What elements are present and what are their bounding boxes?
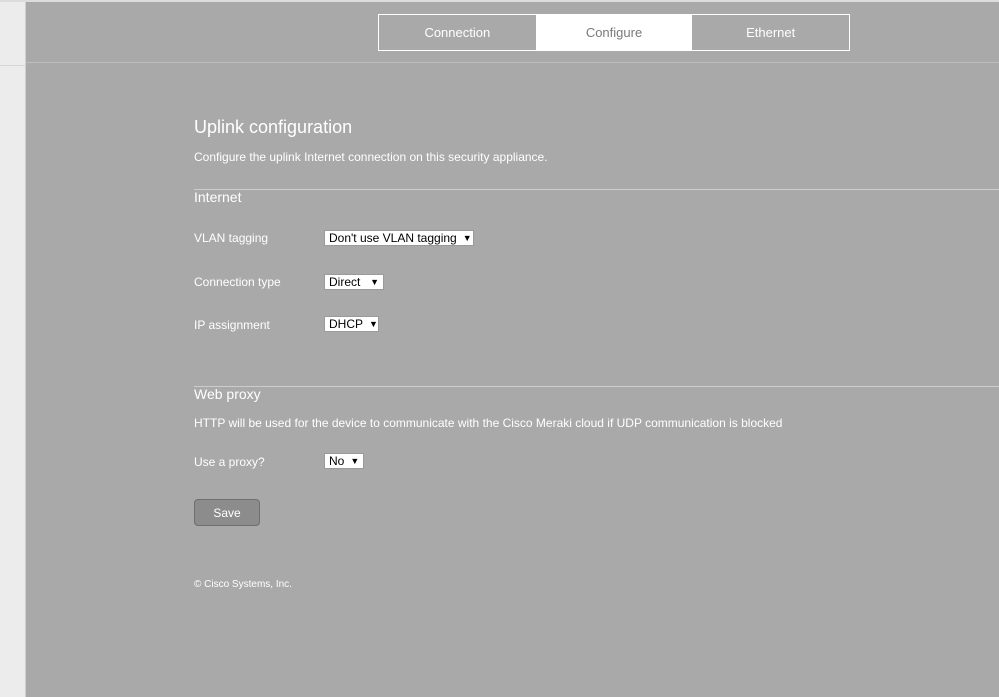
connection-type-label: Connection type — [194, 275, 281, 289]
use-proxy-value: No — [329, 454, 345, 468]
tab-connection[interactable]: Connection — [379, 15, 536, 50]
ip-assignment-select[interactable]: DHCP ▼ — [324, 316, 379, 332]
vlan-tagging-select[interactable]: Don't use VLAN tagging ▼ — [324, 230, 474, 246]
tab-bar: Connection Configure Ethernet — [378, 14, 850, 51]
caret-down-icon: ▼ — [369, 319, 378, 329]
page-subtitle: Configure the uplink Internet connection… — [194, 150, 548, 164]
connection-type-select[interactable]: Direct ▼ — [324, 274, 384, 290]
web-proxy-heading: Web proxy — [194, 386, 261, 402]
page-title: Uplink configuration — [194, 117, 353, 137]
connection-type-value: Direct — [329, 275, 361, 289]
left-rail-divider — [0, 65, 26, 66]
left-rail — [0, 2, 26, 697]
tab-ethernet[interactable]: Ethernet — [692, 15, 849, 50]
caret-down-icon: ▼ — [462, 233, 472, 243]
tab-configure[interactable]: Configure — [535, 15, 693, 50]
use-proxy-label: Use a proxy? — [194, 455, 265, 469]
caret-down-icon: ▼ — [350, 456, 360, 466]
vlan-tagging-value: Don't use VLAN tagging — [329, 231, 457, 245]
ip-assignment-value: DHCP — [329, 317, 364, 331]
use-proxy-select[interactable]: No ▼ — [324, 453, 364, 469]
web-proxy-divider — [194, 386, 999, 387]
internet-divider — [194, 189, 999, 190]
copyright-footer: © Cisco Systems, Inc. — [194, 579, 292, 590]
caret-down-icon: ▼ — [370, 277, 379, 287]
vlan-tagging-label: VLAN tagging — [194, 231, 269, 245]
internet-heading: Internet — [194, 189, 242, 205]
web-proxy-note: HTTP will be used for the device to comm… — [194, 416, 783, 430]
save-button[interactable]: Save — [194, 499, 260, 526]
ip-assignment-label: IP assignment — [194, 318, 270, 332]
